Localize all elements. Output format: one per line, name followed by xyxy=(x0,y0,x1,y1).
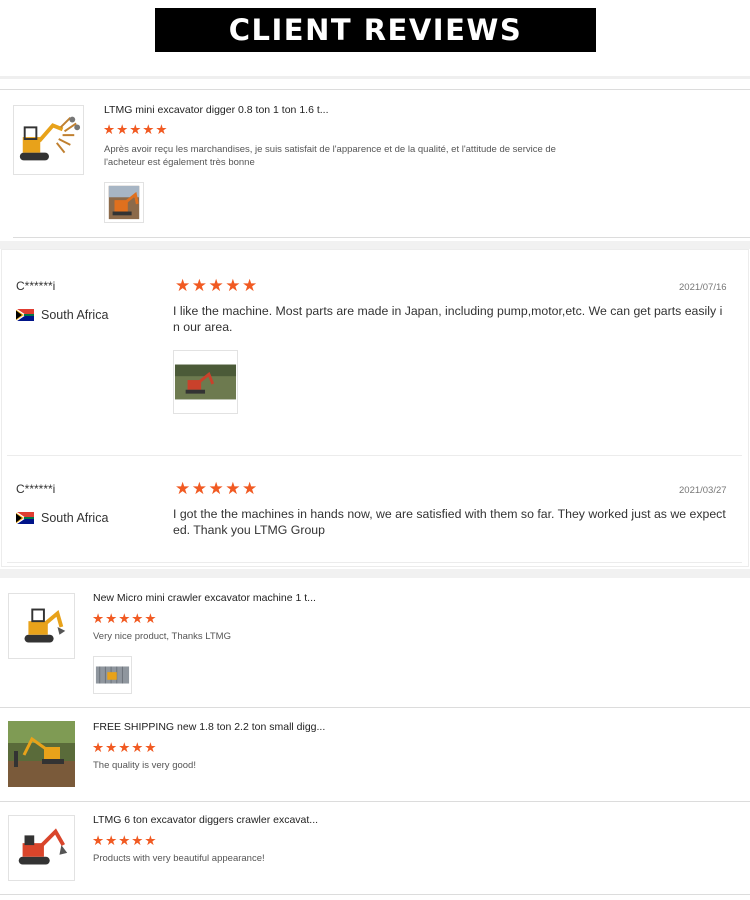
review-text: I like the machine. Most parts are made … xyxy=(173,304,723,334)
divider xyxy=(0,76,750,79)
divider xyxy=(0,801,750,802)
section-gap xyxy=(0,569,750,578)
review-text: Après avoir reçu les marchandises, je su… xyxy=(104,144,556,168)
divider xyxy=(13,237,750,238)
excavator-in-field-photo xyxy=(174,351,237,413)
review-text: Very nice product, Thanks LTMG xyxy=(93,631,231,642)
product-title-link[interactable]: LTMG mini excavator digger 0.8 ton 1 ton… xyxy=(104,104,329,116)
review-text: Products with very beautiful appearance! xyxy=(93,853,265,864)
reviewer-country: South Africa xyxy=(16,511,108,525)
small-digger-working-image xyxy=(8,721,75,787)
rating-stars: ★★★★★ xyxy=(92,611,158,626)
review-photo[interactable] xyxy=(173,350,238,414)
rating-stars: ★★★★★ xyxy=(103,122,169,137)
review-date: 2021/07/16 xyxy=(679,282,727,293)
product-thumbnail[interactable] xyxy=(8,721,75,787)
rating-stars: ★★★★★ xyxy=(175,276,259,295)
country-label: South Africa xyxy=(41,511,109,525)
review-photo[interactable] xyxy=(104,182,144,223)
divider xyxy=(0,707,750,708)
review-text: I got the the machines in hands now, we … xyxy=(173,507,726,537)
divider xyxy=(0,89,750,90)
rating-stars: ★★★★★ xyxy=(92,833,158,848)
product-title-link[interactable]: LTMG 6 ton excavator diggers crawler exc… xyxy=(93,814,318,826)
rating-stars: ★★★★★ xyxy=(175,479,259,498)
product-title-link[interactable]: FREE SHIPPING new 1.8 ton 2.2 ton small … xyxy=(93,721,325,733)
reviewer-name: C******i xyxy=(16,482,56,496)
product-thumbnail[interactable] xyxy=(13,105,84,175)
red-excavator-image xyxy=(9,816,74,880)
south-africa-flag-icon xyxy=(16,309,34,321)
reviewer-name: C******i xyxy=(16,279,56,293)
divider xyxy=(7,455,742,456)
page-title: CLIENT REVIEWS xyxy=(155,8,596,52)
review-text: The quality is very good! xyxy=(93,760,196,771)
country-label: South Africa xyxy=(41,308,109,322)
review-photo[interactable] xyxy=(93,656,132,694)
divider xyxy=(7,562,742,563)
divider xyxy=(0,894,750,895)
mini-excavator-with-attachments-image xyxy=(14,106,83,174)
section-gap xyxy=(0,241,750,249)
south-africa-flag-icon xyxy=(16,512,34,524)
product-thumbnail[interactable] xyxy=(8,815,75,881)
product-thumbnail[interactable] xyxy=(8,593,75,659)
review-date: 2021/03/27 xyxy=(679,485,727,496)
excavator-photo xyxy=(105,183,143,222)
rating-stars: ★★★★★ xyxy=(92,740,158,755)
micro-excavator-image xyxy=(9,594,74,658)
product-title-link[interactable]: New Micro mini crawler excavator machine… xyxy=(93,592,316,604)
reviewer-country: South Africa xyxy=(16,308,108,322)
container-photo xyxy=(94,657,131,693)
